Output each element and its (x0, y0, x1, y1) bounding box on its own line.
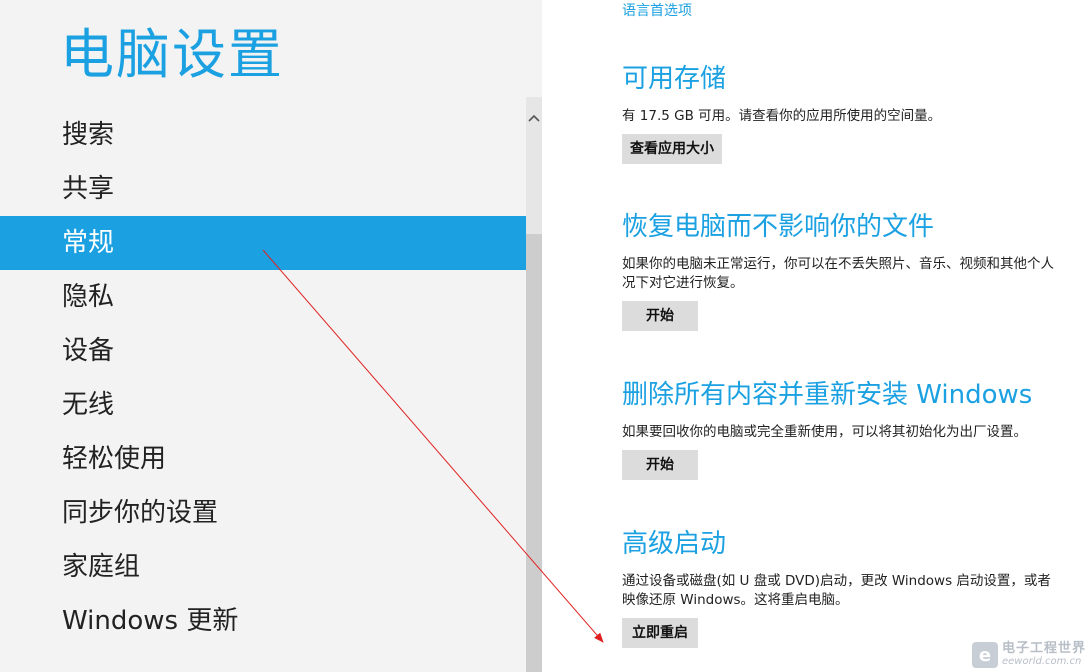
nav-item-wireless[interactable]: 无线 (0, 378, 526, 432)
advanced-startup-section: 高级启动 通过设备或磁盘(如 U 盘或 DVD)启动，更改 Windows 启动… (622, 523, 1090, 648)
nav-item-share[interactable]: 共享 (0, 162, 526, 216)
watermark-en-text: eeworld.com.cn (1001, 656, 1082, 667)
advanced-description-line2: 映像还原 Windows。这将重启电脑。 (622, 592, 849, 608)
nav-item-devices[interactable]: 设备 (0, 324, 526, 378)
nav-item-homegroup[interactable]: 家庭组 (0, 540, 526, 594)
refresh-title: 恢复电脑而不影响你的文件 (622, 212, 935, 242)
reset-start-button[interactable]: 开始 (622, 450, 698, 480)
reset-section: 删除所有内容并重新安装 Windows 如果要回收你的电脑或完全重新使用，可以将… (622, 374, 1090, 480)
restart-now-button[interactable]: 立即重启 (622, 618, 698, 648)
reset-description: 如果要回收你的电脑或完全重新使用，可以将其初始化为出厂设置。 (622, 424, 1027, 440)
advanced-startup-description: 通过设备或磁盘(如 U 盘或 DVD)启动，更改 Windows 启动设置，或者… (622, 572, 1090, 610)
settings-content: 语言首选项 可用存储 有 17.5 GB 可用。请查看你的应用所使用的空间量。 … (542, 0, 1090, 672)
refresh-start-button[interactable]: 开始 (622, 301, 698, 331)
storage-section: 可用存储 有 17.5 GB 可用。请查看你的应用所使用的空间量。 查看应用大小 (622, 58, 1090, 164)
settings-sidebar: 电脑设置 搜索 共享 常规 隐私 设备 无线 轻松使用 同步你的设置 家庭组 W… (0, 0, 542, 672)
scrollbar-thumb[interactable] (526, 234, 542, 672)
advanced-startup-title: 高级启动 (622, 529, 727, 559)
nav-list: 搜索 共享 常规 隐私 设备 无线 轻松使用 同步你的设置 家庭组 Window… (0, 108, 526, 648)
refresh-description-line1: 如果你的电脑未正常运行，你可以在不丢失照片、音乐、视频和其他个人 (622, 256, 1054, 272)
storage-description: 有 17.5 GB 可用。请查看你的应用所使用的空间量。 (622, 108, 942, 124)
advanced-description-line1: 通过设备或磁盘(如 U 盘或 DVD)启动，更改 Windows 启动设置，或者 (622, 573, 1051, 589)
refresh-section: 恢复电脑而不影响你的文件 如果你的电脑未正常运行，你可以在不丢失照片、音乐、视频… (622, 206, 1090, 331)
app-title: 电脑设置 (60, 23, 284, 86)
nav-item-ease-of-access[interactable]: 轻松使用 (0, 432, 526, 486)
nav-item-privacy[interactable]: 隐私 (0, 270, 526, 324)
nav-item-sync-settings[interactable]: 同步你的设置 (0, 486, 526, 540)
sidebar-scrollbar[interactable] (526, 97, 542, 672)
nav-item-general[interactable]: 常规 (0, 216, 526, 270)
language-preferences-link[interactable]: 语言首选项 (622, 0, 692, 20)
scroll-up-arrow-icon[interactable] (526, 103, 542, 133)
view-app-sizes-button[interactable]: 查看应用大小 (622, 134, 722, 164)
eeworld-logo-icon: e (971, 642, 998, 668)
storage-title: 可用存储 (622, 64, 727, 94)
watermark-cn-text: 电子工程世界 (1001, 641, 1086, 656)
eeworld-watermark: e 电子工程世界 eeworld.com.cn (971, 641, 1086, 668)
refresh-description: 如果你的电脑未正常运行，你可以在不丢失照片、音乐、视频和其他个人 况下对它进行恢… (622, 255, 1090, 293)
refresh-description-line2: 况下对它进行恢复。 (622, 275, 744, 291)
nav-item-search[interactable]: 搜索 (0, 108, 526, 162)
reset-title: 删除所有内容并重新安装 Windows (622, 380, 1033, 410)
nav-item-windows-update[interactable]: Windows 更新 (0, 594, 526, 648)
